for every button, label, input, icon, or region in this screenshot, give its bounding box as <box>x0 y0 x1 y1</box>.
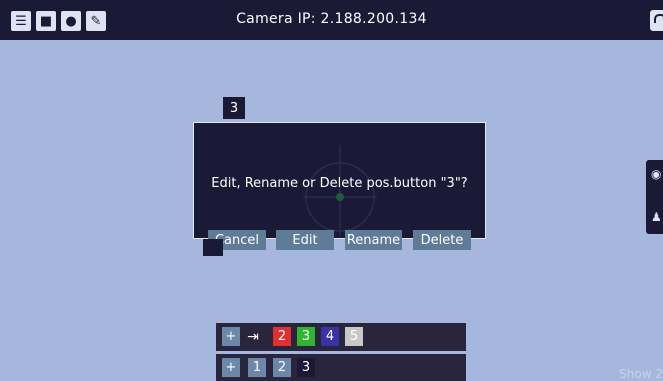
rename-button[interactable]: Rename <box>345 230 402 250</box>
dialog-message: Edit, Rename or Delete pos.button "3"? <box>211 176 468 191</box>
preset-button-4[interactable]: 4 <box>321 327 339 346</box>
preset-button-3b[interactable]: 3 <box>297 358 315 377</box>
group-icon[interactable]: ♟ <box>651 210 663 226</box>
camera-ip-title: Camera IP: 2.188.200.134 <box>236 11 427 27</box>
lock-icon[interactable] <box>650 10 663 31</box>
preset-button-2b[interactable]: 2 <box>273 358 291 377</box>
preset-button-2[interactable]: 2 <box>273 327 291 346</box>
top-bar: ☰ ■ ● ✎ Camera IP: 2.188.200.134 <box>0 0 663 40</box>
preset-button-5[interactable]: 5 <box>345 327 363 346</box>
dialog-corner <box>203 239 223 256</box>
preset-button-1[interactable]: 1 <box>248 358 266 377</box>
add-preset-button[interactable]: + <box>222 327 240 346</box>
edit-button[interactable]: Edit <box>276 230 334 250</box>
eye-icon[interactable]: ◉ <box>651 167 663 180</box>
show-label: Show 2 <box>619 367 663 381</box>
preset-bar-1: + ⇥ 2 3 4 5 <box>216 323 466 351</box>
login-icon[interactable]: ⇥ <box>244 327 262 346</box>
delete-button[interactable]: Delete <box>413 230 471 250</box>
preset-tag: 3 <box>223 97 245 119</box>
preset-button-3[interactable]: 3 <box>297 327 315 346</box>
preset-bar-2: + 1 2 3 <box>216 354 466 381</box>
add-preset-button-2[interactable]: + <box>222 358 240 377</box>
edit-preset-dialog: Edit, Rename or Delete pos.button "3"? <box>193 122 486 239</box>
